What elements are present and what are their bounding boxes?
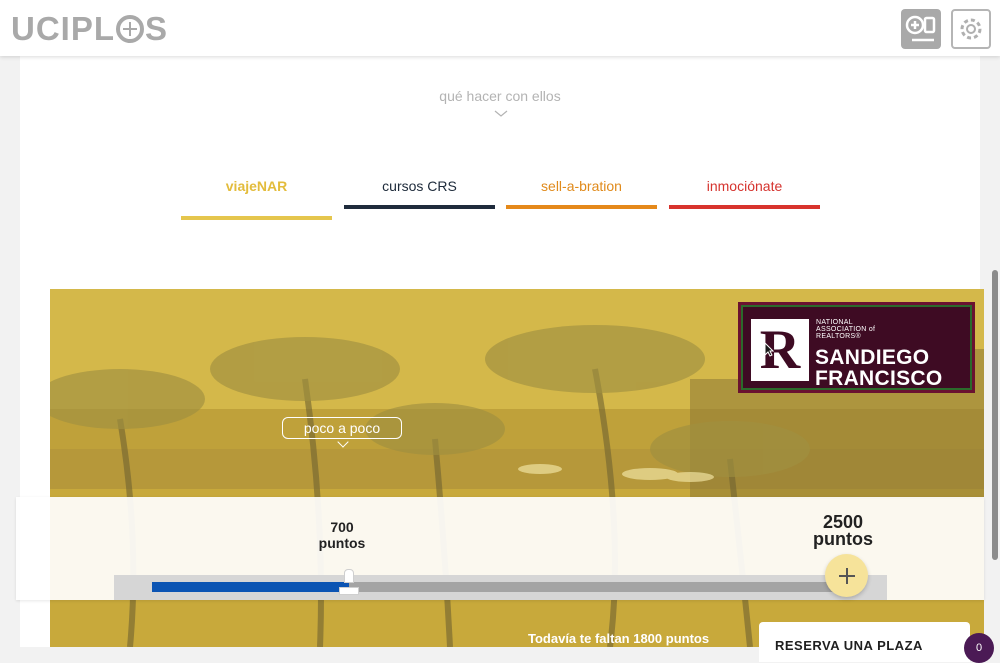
- tab-inmocionate[interactable]: inmociónate: [669, 178, 820, 209]
- tab-underline: [506, 205, 657, 209]
- tab-viajenar[interactable]: viajeNAR: [181, 178, 332, 220]
- nar-association-text: NATIONAL ASSOCIATION of REALTORS®: [816, 319, 876, 340]
- plus-icon: [838, 567, 855, 584]
- section-hint: qué hacer con ellos: [439, 88, 561, 104]
- mouse-cursor-icon: [764, 342, 774, 357]
- chat-badge[interactable]: 0: [964, 633, 994, 663]
- logo-text-left: UCIPL: [11, 10, 115, 47]
- logo-text-right: S: [145, 10, 169, 47]
- reserve-button[interactable]: RESERVA UNA PLAZA: [759, 622, 970, 662]
- tab-label: cursos CRS: [382, 178, 457, 194]
- tab-label: inmociónate: [706, 178, 783, 194]
- uciplus-logo[interactable]: UCIPL S: [11, 10, 168, 48]
- logo-plus-icon: [116, 15, 144, 43]
- tab-underline: [181, 216, 332, 220]
- current-points-label: 700 puntos: [318, 519, 366, 551]
- add-device-icon: [905, 15, 936, 42]
- tab-underline: [669, 205, 820, 209]
- realtor-r-logo: R: [751, 319, 809, 381]
- top-header: UCIPL S: [0, 0, 1000, 56]
- progress-tooltip: poco a poco: [282, 417, 402, 439]
- gear-icon: [960, 18, 982, 40]
- chevron-down-icon[interactable]: [494, 110, 508, 118]
- points-slider-handle[interactable]: [344, 569, 354, 583]
- tab-underline: [344, 205, 495, 209]
- tab-sell-a-bration[interactable]: sell-a-bration: [506, 178, 657, 209]
- add-device-button[interactable]: [901, 9, 941, 49]
- tab-label: sell-a-bration: [541, 178, 622, 194]
- tab-cursos-crs[interactable]: cursos CRS: [344, 178, 495, 209]
- remaining-points-text: Todavía te faltan 1800 puntos: [528, 631, 710, 646]
- nar-event-cities: SANDIEGO FRANCISCO: [815, 346, 943, 390]
- page-scrollbar[interactable]: [992, 270, 998, 560]
- tab-label: viajeNAR: [225, 178, 288, 194]
- slider-handle-base: [339, 587, 359, 595]
- add-points-button[interactable]: [825, 554, 868, 597]
- points-slider-fill: [152, 582, 349, 592]
- goal-points-label: 2500 puntos: [813, 512, 873, 549]
- settings-button[interactable]: [951, 9, 991, 49]
